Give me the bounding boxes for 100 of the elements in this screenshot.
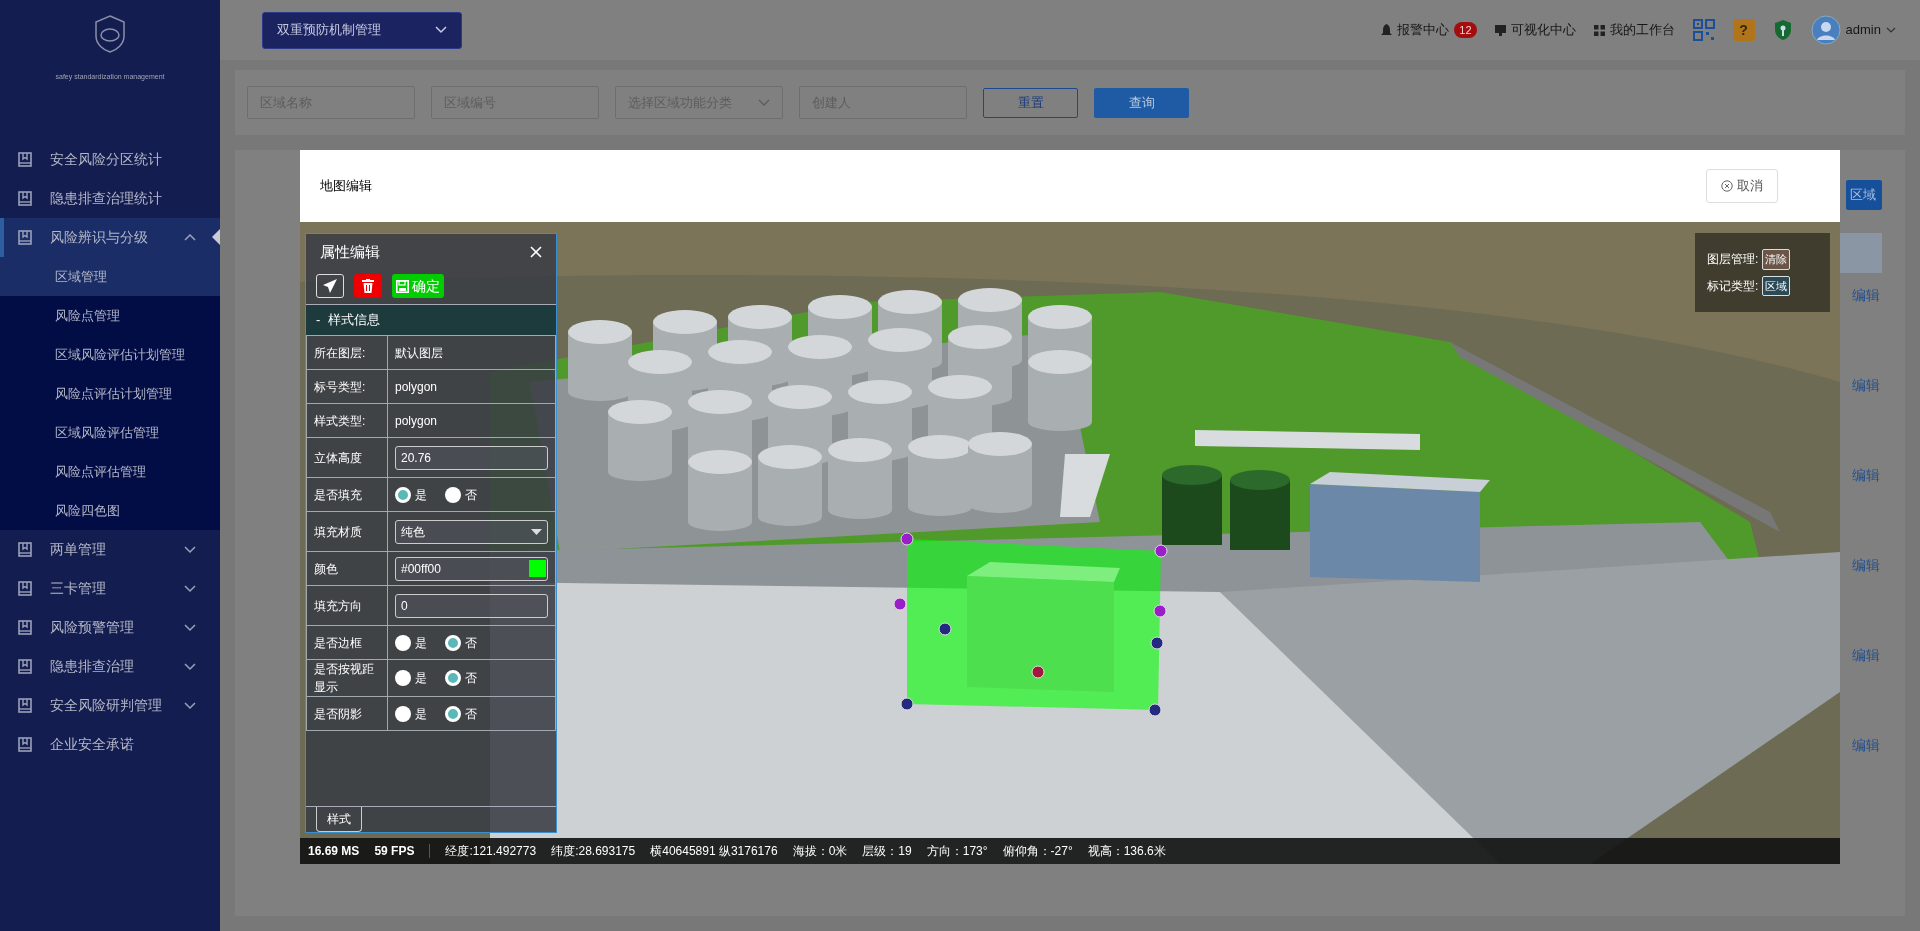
sidebar-item[interactable]: 企业安全承诺 bbox=[0, 725, 220, 764]
radio-label: 否 bbox=[465, 670, 477, 687]
sidebar-subitem[interactable]: 区域风险评估计划管理 bbox=[0, 335, 220, 374]
status-text: 海拔：0米 bbox=[792, 843, 848, 860]
collapse-toggle[interactable]: - bbox=[316, 310, 321, 330]
alarm-center-link[interactable]: 报警中心 12 bbox=[1381, 20, 1477, 40]
status-text: 方向：173° bbox=[926, 843, 988, 860]
radio-option[interactable]: 否 bbox=[445, 669, 477, 687]
field-label: 标号类型: bbox=[306, 369, 388, 404]
radio-button[interactable] bbox=[445, 486, 461, 503]
vertex-handle[interactable] bbox=[900, 697, 914, 711]
link-label: 我的工作台 bbox=[1609, 21, 1675, 40]
radio-option[interactable]: 否 bbox=[445, 704, 477, 723]
layer-label: 标记类型: bbox=[1707, 277, 1759, 295]
sidebar-item[interactable]: 三卡管理 bbox=[0, 569, 220, 608]
delete-button[interactable] bbox=[354, 274, 382, 298]
sidebar-subitem[interactable]: 风险点管理 bbox=[0, 296, 220, 335]
sidebar-item[interactable]: 安全风险分区统计 bbox=[0, 140, 220, 179]
field-value: 默认图层 bbox=[395, 345, 443, 360]
sidebar-subitem[interactable]: 风险点评估计划管理 bbox=[0, 374, 220, 413]
workbench-link[interactable]: 我的工作台 bbox=[1593, 20, 1675, 40]
status-text: 层级：19 bbox=[862, 843, 912, 860]
help-icon[interactable]: ? bbox=[1732, 19, 1755, 41]
color-field[interactable]: #00ff00 bbox=[395, 556, 548, 581]
section-header[interactable]: - 样式信息 bbox=[306, 304, 556, 335]
field-label: 立体高度 bbox=[306, 437, 388, 478]
sidebar-item[interactable]: 隐患排查治理统计 bbox=[0, 179, 220, 218]
section-title: 样式信息 bbox=[328, 311, 381, 330]
vertex-handle[interactable] bbox=[1031, 665, 1045, 679]
sidebar-item-label: 风险辨识与分级 bbox=[50, 228, 148, 247]
radio-button[interactable] bbox=[395, 705, 411, 722]
chevron-icon bbox=[184, 662, 196, 671]
close-circle-icon bbox=[1721, 180, 1733, 192]
send-button[interactable] bbox=[316, 274, 344, 298]
color-swatch bbox=[529, 560, 546, 577]
radio-button[interactable] bbox=[445, 705, 461, 722]
radio-option[interactable]: 是 bbox=[395, 633, 427, 652]
add-area-button[interactable]: 区域 bbox=[1846, 180, 1882, 210]
sidebar-item[interactable]: 风险辨识与分级 bbox=[0, 218, 220, 257]
canopy-shed bbox=[1060, 454, 1110, 517]
vertex-handle[interactable] bbox=[938, 622, 952, 636]
vertex-handle[interactable] bbox=[1153, 604, 1167, 618]
radio-option[interactable]: 是 bbox=[395, 669, 427, 687]
select-field[interactable]: 纯色 bbox=[395, 519, 548, 544]
sidebar-subitem[interactable]: 区域风险评估管理 bbox=[0, 413, 220, 452]
sidebar-subitem[interactable]: 风险点评估管理 bbox=[0, 452, 220, 491]
vertex-handle[interactable] bbox=[1150, 636, 1164, 650]
grid-icon bbox=[1593, 24, 1605, 36]
user-menu[interactable]: admin bbox=[1810, 15, 1896, 45]
system-menu-dropdown[interactable]: 双重预防机制管理 bbox=[262, 11, 462, 49]
radio-option[interactable]: 否 bbox=[445, 633, 477, 652]
shield-logo-icon bbox=[93, 14, 127, 54]
field-value: polygon bbox=[395, 413, 438, 428]
vertex-handle[interactable] bbox=[900, 532, 914, 546]
vertex-handle[interactable] bbox=[893, 597, 907, 611]
cancel-button[interactable]: 取消 bbox=[1706, 169, 1778, 203]
sidebar-item-label: 隐患排查治理统计 bbox=[50, 189, 162, 208]
radio-label: 是 bbox=[415, 670, 427, 687]
radio-option[interactable]: 是 bbox=[395, 485, 427, 504]
sidebar-item-label: 风险预警管理 bbox=[50, 618, 134, 637]
chevron-icon bbox=[184, 545, 196, 554]
status-text: 视高：136.6米 bbox=[1087, 843, 1166, 860]
sidebar-subitem[interactable]: 区域管理 bbox=[0, 257, 220, 296]
sidebar-item[interactable]: 隐患排查治理 bbox=[0, 647, 220, 686]
sidebar-item-label: 两单管理 bbox=[50, 540, 106, 559]
username: admin bbox=[1845, 21, 1881, 40]
sidebar-item[interactable]: 风险预警管理 bbox=[0, 608, 220, 647]
vertex-handle[interactable] bbox=[1148, 703, 1162, 717]
radio-option[interactable]: 是 bbox=[395, 704, 427, 723]
input-field[interactable]: 20.76 bbox=[395, 445, 548, 470]
radio-button[interactable] bbox=[445, 634, 461, 651]
panel-title: 属性编辑 bbox=[320, 241, 380, 262]
field-label: 是否填充 bbox=[306, 477, 388, 512]
radio-option[interactable]: 否 bbox=[445, 485, 477, 504]
book-icon bbox=[18, 659, 32, 674]
radio-button[interactable] bbox=[395, 486, 411, 503]
style-tab[interactable]: 样式 bbox=[316, 807, 362, 832]
radio-button[interactable] bbox=[445, 670, 461, 686]
close-button[interactable] bbox=[530, 246, 542, 258]
chevron-icon bbox=[184, 233, 196, 242]
field-label: 填充方向 bbox=[306, 585, 388, 626]
input-field[interactable]: 0 bbox=[395, 593, 548, 618]
sidebar-item[interactable]: 安全风险研判管理 bbox=[0, 686, 220, 725]
radio-button[interactable] bbox=[395, 634, 411, 651]
pointer-icon bbox=[212, 229, 220, 245]
chevron-icon bbox=[184, 701, 196, 710]
search-button[interactable]: 查询 bbox=[1094, 87, 1189, 118]
caret-icon bbox=[758, 98, 770, 107]
book-icon bbox=[18, 581, 32, 596]
clear-button[interactable]: 清除 bbox=[1762, 249, 1791, 270]
paper-plane-icon bbox=[323, 279, 337, 293]
caret-icon bbox=[531, 528, 542, 535]
radio-label: 否 bbox=[465, 486, 477, 504]
vertex-handle[interactable] bbox=[1154, 544, 1168, 558]
caret-icon bbox=[435, 26, 447, 34]
visualization-link[interactable]: 可视化中心 bbox=[1494, 20, 1576, 40]
sidebar-item[interactable]: 两单管理 bbox=[0, 530, 220, 569]
sidebar-subitem[interactable]: 风险四色图 bbox=[0, 491, 220, 530]
radio-button[interactable] bbox=[395, 670, 411, 686]
mark-type-button[interactable]: 区域 bbox=[1762, 275, 1791, 296]
